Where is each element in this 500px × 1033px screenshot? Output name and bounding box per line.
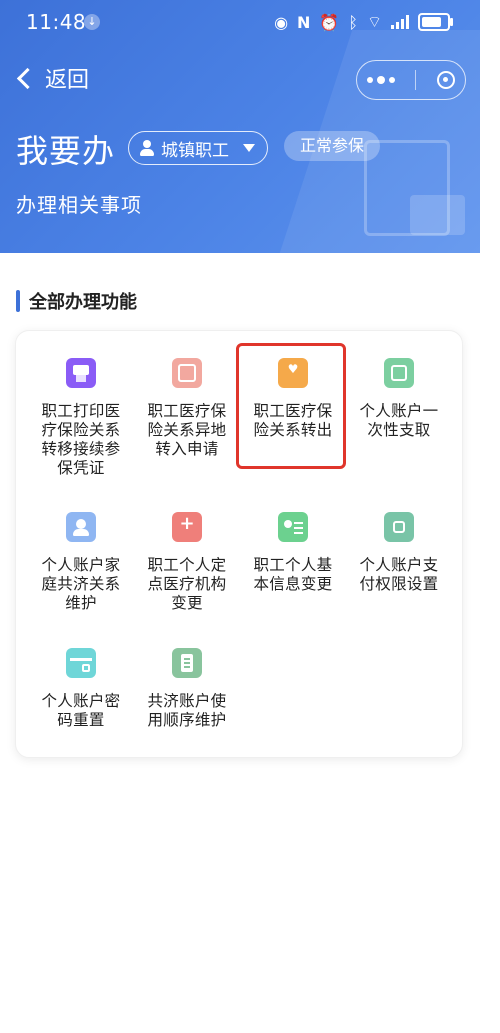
function-label: 个人账户密码重置 xyxy=(41,692,121,729)
transfer-out-icon xyxy=(278,358,308,388)
card-lock-icon xyxy=(66,648,96,678)
function-label: 个人账户家庭共济关系维护 xyxy=(41,556,121,612)
family-icon xyxy=(66,512,96,542)
function-item-withdraw[interactable]: 个人账户一次性支取 xyxy=(346,358,452,440)
function-item-payment-permission[interactable]: 个人账户支付权限设置 xyxy=(346,512,452,594)
withdraw-icon xyxy=(384,358,414,388)
close-target-button[interactable] xyxy=(436,71,455,89)
alarm-icon: ⏰ xyxy=(319,12,340,32)
function-item-usage-order[interactable]: 共济账户使用顺序维护 xyxy=(134,648,240,730)
hospital-icon xyxy=(172,512,202,542)
signal-icon xyxy=(391,15,409,29)
section-title-text: 全部办理功能 xyxy=(29,292,137,313)
function-item-password-reset[interactable]: 个人账户密码重置 xyxy=(28,648,134,730)
printer-icon xyxy=(66,358,96,388)
battery-icon xyxy=(418,13,453,31)
function-label: 职工个人基本信息变更 xyxy=(253,556,333,593)
function-label: 职工打印医疗保险关系转移接续参保凭证 xyxy=(41,402,121,477)
header-subtitle: 办理相关事项 xyxy=(16,193,142,217)
caret-down-icon xyxy=(243,144,255,152)
bluetooth-icon: ᛒ xyxy=(348,12,358,32)
profile-card-icon xyxy=(278,512,308,542)
nfc-icon: N xyxy=(297,12,311,32)
transfer-in-icon xyxy=(172,358,202,388)
permission-icon xyxy=(384,512,414,542)
category-label: 城镇职工 xyxy=(161,140,229,161)
function-item-transfer-out[interactable]: 职工医疗保险关系转出 xyxy=(240,358,346,440)
download-icon: ↓ xyxy=(84,14,100,30)
page-title: 我要办 xyxy=(16,132,116,170)
mini-program-capsule xyxy=(356,60,466,100)
eye-icon: ◉ xyxy=(274,12,289,32)
wifi-icon: ⌔ xyxy=(366,12,382,31)
status-time: 11:48 xyxy=(26,10,87,34)
function-item-info-change[interactable]: 职工个人基本信息变更 xyxy=(240,512,346,594)
function-item-hospital-change[interactable]: 职工个人定点医疗机构变更 xyxy=(134,512,240,613)
back-button[interactable]: 返回 xyxy=(14,62,89,94)
function-label: 共济账户使用顺序维护 xyxy=(147,692,227,729)
function-label: 职工个人定点医疗机构变更 xyxy=(147,556,227,612)
status-icons: ◉ N ⏰ ᛒ ⌔ xyxy=(274,12,453,32)
status-badge: 正常参保 xyxy=(284,131,381,161)
function-item-print-certificate[interactable]: 职工打印医疗保险关系转移接续参保凭证 xyxy=(28,358,134,478)
function-label: 职工医疗保险关系异地转入申请 xyxy=(147,402,227,458)
person-icon xyxy=(139,140,155,156)
header-banner: 11:48 ↓ ◉ N ⏰ ᛒ ⌔ 返回 我要办 城镇职工 正常参保 办理相关事… xyxy=(0,0,480,253)
function-item-transfer-in[interactable]: 职工医疗保险关系异地转入申请 xyxy=(134,358,240,459)
chevron-left-icon xyxy=(16,67,39,89)
function-label: 职工医疗保险关系转出 xyxy=(253,402,333,439)
back-label: 返回 xyxy=(45,68,90,93)
function-item-family-mutual-aid[interactable]: 个人账户家庭共济关系维护 xyxy=(28,512,134,613)
header-stamp-decoration xyxy=(410,195,465,235)
capsule-divider xyxy=(415,70,417,90)
function-label: 个人账户一次性支取 xyxy=(359,402,439,439)
status-bar: 11:48 ↓ ◉ N ⏰ ᛒ ⌔ xyxy=(0,0,480,48)
function-label: 个人账户支付权限设置 xyxy=(359,556,439,593)
section-accent-bar xyxy=(16,290,20,312)
category-select[interactable]: 城镇职工 xyxy=(128,131,268,165)
document-icon xyxy=(172,648,202,678)
section-title: 全部办理功能 xyxy=(16,288,137,314)
more-menu-button[interactable] xyxy=(367,76,396,84)
